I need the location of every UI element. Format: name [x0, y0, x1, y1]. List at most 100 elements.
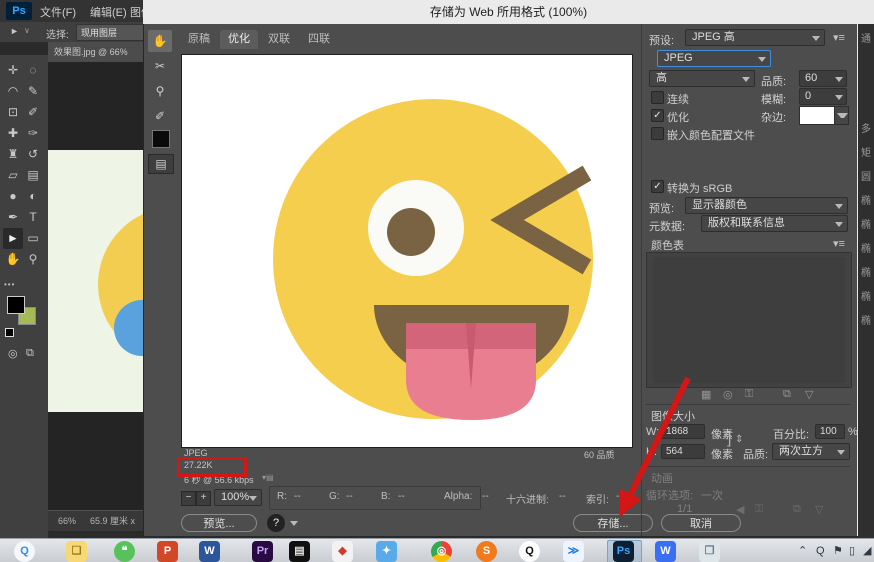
path-selection-tool[interactable]: ►: [3, 228, 23, 249]
taskbar-sogou-browser-icon[interactable]: S: [476, 541, 497, 562]
percent-field[interactable]: 100: [815, 424, 845, 439]
resample-quality-dropdown[interactable]: 两次立方: [772, 443, 850, 460]
websnap-icon[interactable]: ◎: [723, 388, 733, 401]
taskbar-rabbit-app-icon[interactable]: ✦: [376, 541, 397, 562]
blur-spinner[interactable]: 0: [799, 88, 847, 105]
eyedropper-tool[interactable]: ✐: [23, 102, 43, 123]
hand-tool[interactable]: ✋: [148, 30, 172, 52]
preview-in-browser-button[interactable]: 预览...: [181, 514, 257, 532]
screen-mode-icon[interactable]: ⧉: [26, 347, 34, 360]
taskbar-qq-icon[interactable]: Q: [519, 541, 540, 562]
taskbar-format-factory-icon[interactable]: ◆: [332, 541, 353, 562]
history-brush-tool[interactable]: ↺: [23, 144, 43, 165]
crop-tool[interactable]: ⊡: [3, 102, 23, 123]
document-zoom-level[interactable]: 66%: [58, 511, 76, 531]
tab-original[interactable]: 原稿: [180, 30, 218, 49]
hand-tool[interactable]: ✋: [3, 249, 23, 270]
taskbar-wechat-icon[interactable]: ❝: [114, 541, 135, 562]
more-tools-icon[interactable]: •••: [4, 280, 15, 289]
move-tool[interactable]: ✛: [3, 60, 23, 81]
height-field[interactable]: 564: [661, 444, 705, 459]
taskbar-wps-icon[interactable]: W: [655, 541, 676, 562]
brush-tool[interactable]: ✑: [23, 123, 43, 144]
taskbar-thunder-icon[interactable]: ≫: [563, 541, 584, 562]
compression-dropdown[interactable]: 高: [649, 70, 755, 87]
download-speed-menu-icon[interactable]: ▾▤: [262, 473, 274, 482]
taskbar-photoshop-icon[interactable]: Ps: [613, 541, 634, 562]
menu-edit[interactable]: 编辑(E): [90, 4, 127, 20]
matte-color-swatch[interactable]: [799, 106, 835, 125]
optimized-checkbox[interactable]: ✓: [651, 109, 664, 122]
tray-device-icon[interactable]: ▯: [849, 544, 855, 558]
layer-select-dropdown[interactable]: 现用图层: [76, 24, 148, 41]
lasso-tool[interactable]: ◠: [3, 81, 23, 102]
zoom-tool[interactable]: ⚲: [23, 249, 43, 270]
slice-select-tool[interactable]: ✂: [148, 55, 172, 77]
zoom-out-button[interactable]: −: [181, 491, 196, 506]
browser-select-chevron-icon[interactable]: [290, 521, 298, 526]
hex-label: 十六进制:: [506, 495, 549, 506]
embed-profile-checkbox[interactable]: [651, 127, 664, 140]
gradient-tool[interactable]: ▤: [23, 165, 43, 186]
format-dropdown[interactable]: JPEG: [657, 50, 771, 67]
dither-icon[interactable]: ▦: [701, 388, 711, 401]
tray-alert-icon[interactable]: ⚑: [833, 544, 843, 558]
tab-4up[interactable]: 四联: [300, 30, 338, 49]
pen-tool[interactable]: ✒: [3, 207, 23, 228]
document-tab[interactable]: 效果图.jpg @ 66%: [48, 42, 143, 62]
zoom-tool[interactable]: ⚲: [148, 80, 172, 102]
tab-2up[interactable]: 双联: [260, 30, 298, 49]
type-tool[interactable]: T: [23, 207, 43, 228]
clone-stamp-tool[interactable]: ♜: [3, 144, 23, 165]
srgb-checkbox[interactable]: ✓: [651, 180, 664, 193]
quick-mask-icon[interactable]: ◎: [8, 347, 18, 360]
menu-file[interactable]: 文件(F): [40, 4, 76, 20]
preset-dropdown[interactable]: JPEG 高: [685, 29, 825, 46]
chevron-down-icon[interactable]: ∨: [24, 26, 30, 35]
eraser-tool[interactable]: ▱: [3, 165, 23, 186]
eyedropper-tool[interactable]: ✐: [148, 105, 172, 127]
zoom-level-dropdown[interactable]: 100%: [214, 489, 262, 506]
tray-network-icon[interactable]: ◢: [863, 544, 871, 558]
width-field[interactable]: 1868: [661, 424, 705, 439]
toggle-slices-button[interactable]: ▤: [148, 154, 174, 174]
link-dimensions-icon[interactable]: ]: [727, 430, 731, 448]
marquee-tool[interactable]: ◌: [23, 60, 43, 81]
metadata-dropdown[interactable]: 版权和联系信息: [701, 215, 848, 232]
zoom-in-button[interactable]: +: [196, 491, 211, 506]
matte-chevron-icon[interactable]: [834, 106, 849, 125]
progressive-checkbox[interactable]: [651, 91, 664, 104]
taskbar-qq-browser-icon[interactable]: Q: [14, 541, 35, 562]
dialog-title-bar: 存储为 Web 所用格式 (100%): [143, 0, 874, 25]
color-table-menu-icon[interactable]: ▾≡: [833, 237, 845, 250]
dodge-tool[interactable]: ◐: [23, 186, 43, 207]
tray-expand-icon[interactable]: ⌃: [798, 544, 807, 558]
browser-preview-icon[interactable]: ?: [267, 514, 285, 532]
background-panel-label: 椭: [861, 292, 871, 303]
eyedropper-color-swatch[interactable]: [152, 130, 170, 148]
tab-optimized[interactable]: 优化: [220, 30, 258, 49]
taskbar-media-player-icon[interactable]: ▤: [289, 541, 310, 562]
taskbar-premiere-icon[interactable]: Pr: [252, 541, 273, 562]
lock-color-icon[interactable]: ⚿: [745, 388, 753, 401]
foreground-color-swatch[interactable]: [7, 296, 25, 314]
healing-brush-tool[interactable]: ✚: [3, 123, 23, 144]
taskbar-word-icon[interactable]: W: [199, 541, 220, 562]
blur-tool[interactable]: ●: [3, 186, 23, 207]
default-colors-icon[interactable]: [5, 328, 14, 337]
quality-spinner[interactable]: 60: [799, 70, 847, 87]
quick-selection-tool[interactable]: ✎: [23, 81, 43, 102]
optimized-preview[interactable]: [181, 54, 633, 448]
delete-color-icon[interactable]: ▽: [805, 388, 813, 401]
b-label: B:: [381, 491, 391, 502]
settings-menu-icon[interactable]: ▾≡: [833, 31, 845, 44]
taskbar-chrome-icon[interactable]: ◎: [431, 541, 452, 562]
tray-qq-icon[interactable]: Q: [816, 544, 825, 558]
taskbar-powerpoint-icon[interactable]: P: [157, 541, 178, 562]
new-color-icon[interactable]: ⧉: [783, 388, 791, 401]
cancel-button[interactable]: 取消: [661, 514, 741, 532]
preview-mode-dropdown[interactable]: 显示器颜色: [685, 197, 848, 214]
rectangle-tool[interactable]: ▭: [23, 228, 43, 249]
taskbar-file-explorer-icon[interactable]: ❏: [66, 541, 87, 562]
taskbar-3d-box-icon[interactable]: ❐: [699, 541, 720, 562]
